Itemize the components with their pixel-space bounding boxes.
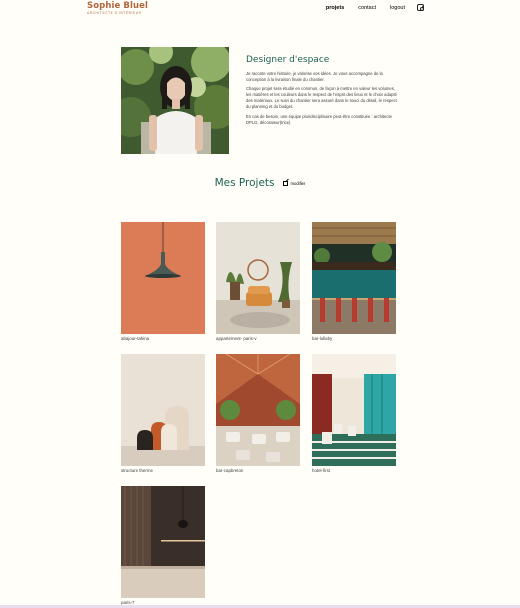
instagram-icon[interactable] bbox=[417, 4, 424, 11]
nav-projets[interactable]: projets bbox=[326, 5, 344, 11]
portfolio-title: Mes Projets bbox=[214, 177, 275, 189]
site-header: Sophie Bluel architecte d'intérieur proj… bbox=[0, 0, 520, 20]
project-image bbox=[216, 222, 300, 334]
project-image bbox=[312, 354, 396, 466]
project-caption: appartement- paris-v bbox=[216, 336, 257, 341]
project-card[interactable]: appartement- paris-v bbox=[216, 222, 300, 341]
project-card[interactable]: paris-7 bbox=[121, 486, 205, 605]
project-card[interactable]: bar-lullaby bbox=[312, 222, 396, 341]
intro-title: Designer d'espace bbox=[246, 55, 330, 65]
project-caption: abajour-tahina bbox=[121, 336, 150, 341]
project-image bbox=[121, 222, 205, 334]
nav-contact[interactable]: contact bbox=[358, 5, 376, 11]
intro-paragraph-2: Chaque projet sera étudié en commun, de … bbox=[246, 86, 397, 110]
main-nav: projets contact logout bbox=[312, 4, 424, 11]
about-text: Designer d'espace Je raconte votre histo… bbox=[246, 55, 401, 129]
project-card[interactable]: bar-capbreton bbox=[216, 354, 300, 473]
project-caption: hotel-first bbox=[312, 468, 331, 473]
project-card[interactable]: abajour-tahina bbox=[121, 222, 205, 341]
edit-icon bbox=[282, 180, 288, 186]
project-caption: bar-lullaby bbox=[312, 336, 333, 341]
project-caption: bar-capbreton bbox=[216, 468, 244, 473]
project-image bbox=[312, 222, 396, 334]
project-caption: structure therme bbox=[121, 468, 153, 473]
project-image bbox=[216, 354, 300, 466]
project-image bbox=[121, 354, 205, 466]
intro-paragraph-1: Je raconte votre histoire, je valorise v… bbox=[246, 71, 383, 83]
logo[interactable]: Sophie Bluel architecte d'intérieur bbox=[87, 2, 148, 15]
logo-name: Sophie Bluel bbox=[87, 1, 149, 11]
logo-subtitle: architecte d'intérieur bbox=[87, 10, 142, 15]
intro-paragraph-3: En cas de besoin, une équipe pluridiscip… bbox=[246, 113, 392, 125]
project-card[interactable]: hotel-first bbox=[312, 354, 396, 473]
portrait-photo bbox=[121, 47, 229, 154]
project-image bbox=[121, 486, 205, 598]
edit-label: modifier bbox=[290, 180, 306, 186]
nav-logout[interactable]: logout bbox=[390, 5, 405, 11]
project-card[interactable]: structure therme bbox=[121, 354, 205, 473]
introduction-section: Designer d'espace Je raconte votre histo… bbox=[121, 47, 401, 154]
portfolio-header: Mes Projets modifier bbox=[0, 177, 520, 189]
edit-button[interactable]: modifier bbox=[282, 180, 306, 186]
